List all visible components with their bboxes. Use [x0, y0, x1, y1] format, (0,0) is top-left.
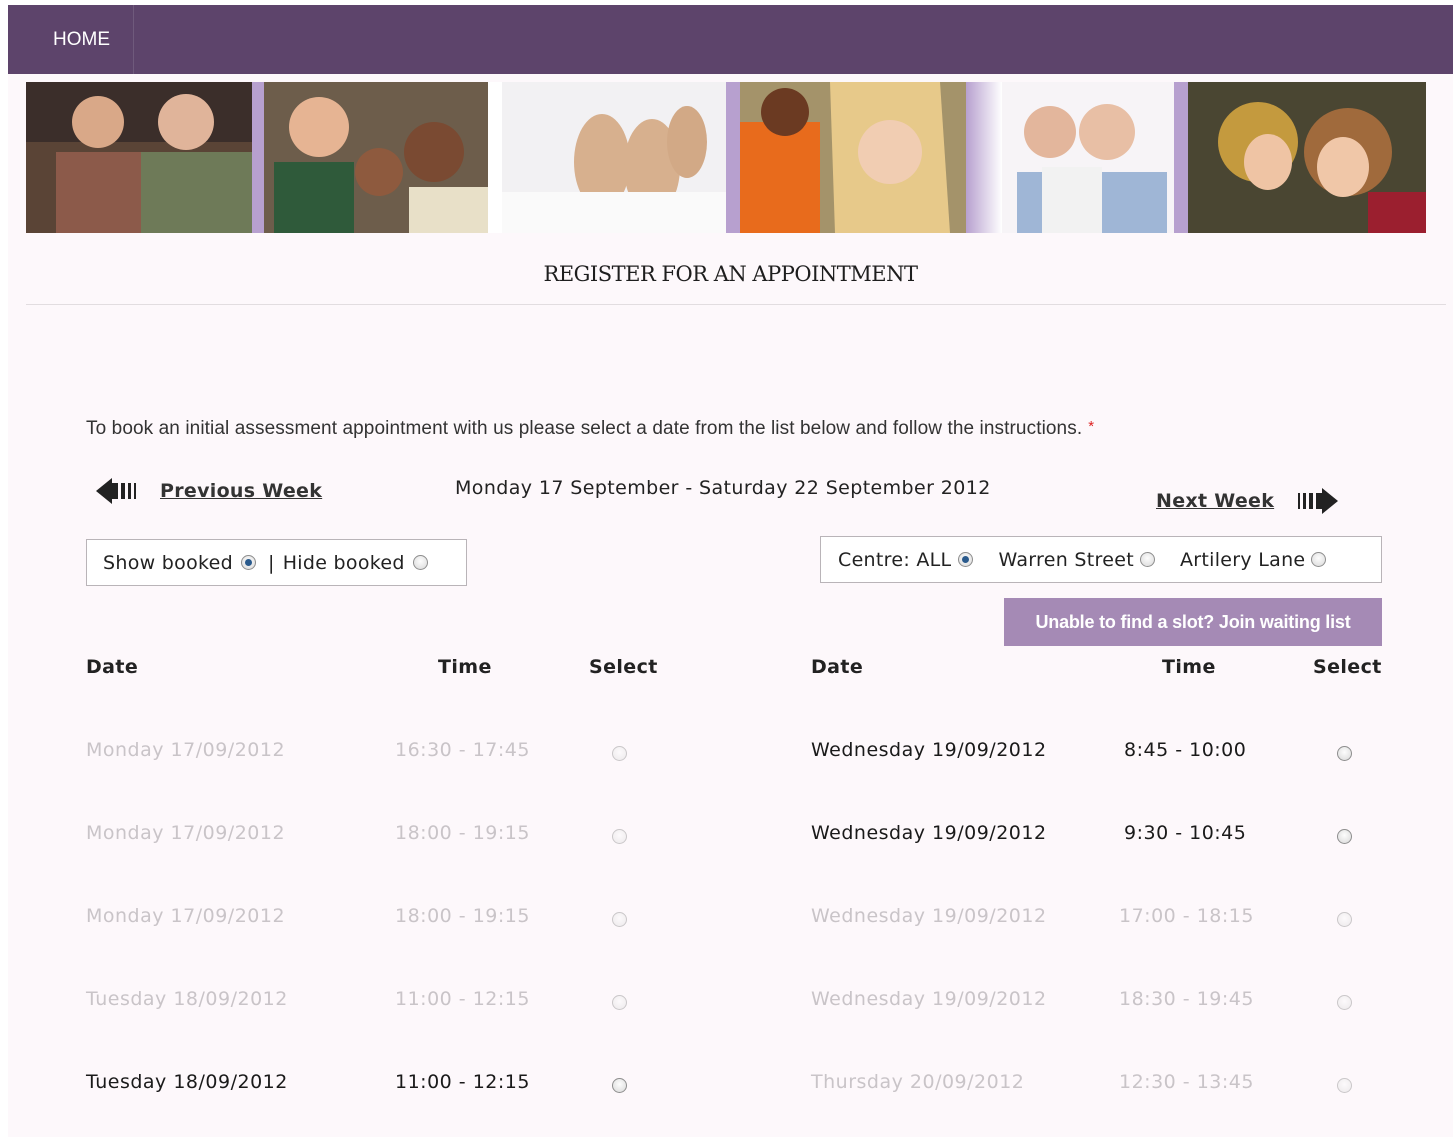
left-slot-1-date: Monday 17/09/2012: [86, 739, 286, 761]
page: HOME REGISTER FOR AN APPOINTMENT To book…: [8, 5, 1453, 1137]
right-slot-3-date: Wednesday 19/09/2012: [811, 905, 1047, 927]
hide-booked-radio[interactable]: [412, 555, 428, 570]
left-header-select: Select: [589, 656, 658, 678]
right-header-time: Time: [1162, 656, 1216, 678]
centre-artillery-label: Artilery Lane: [1179, 548, 1306, 571]
banner-photo-couple-older: [26, 82, 252, 233]
centre-all-radio[interactable]: [958, 552, 974, 567]
right-slot-5-date: Thursday 20/09/2012: [811, 1071, 1025, 1093]
right-slot-5-time: 12:30 - 13:45: [1119, 1071, 1254, 1093]
right-slot-5-select-radio[interactable]: [1337, 1078, 1352, 1093]
banner-divider: [488, 82, 502, 233]
next-week-link[interactable]: Next Week: [1156, 486, 1339, 516]
banner-photo-young-people: [740, 82, 966, 233]
right-slot-2-time: 9:30 - 10:45: [1124, 822, 1247, 844]
next-week-label[interactable]: Next Week: [1156, 490, 1274, 512]
left-header-date: Date: [86, 656, 139, 678]
previous-week-label[interactable]: Previous Week: [160, 480, 322, 502]
right-slot-3-time: 17:00 - 18:15: [1119, 905, 1254, 927]
right-slot-2-select-radio[interactable]: [1337, 829, 1352, 844]
centre-filter: Centre: ALL Warren Street Artilery Lane: [820, 536, 1382, 583]
hide-booked-label: Hide booked: [282, 551, 405, 574]
right-slot-4-date: Wednesday 19/09/2012: [811, 988, 1047, 1010]
left-slot-4-select-radio[interactable]: [612, 995, 627, 1010]
right-slot-1-select-radio[interactable]: [1337, 746, 1352, 761]
centre-artillery-radio[interactable]: [1311, 552, 1327, 567]
left-slot-3-time: 18:00 - 19:15: [395, 905, 530, 927]
booked-filter: Show booked | Hide booked: [86, 539, 467, 586]
previous-week-link[interactable]: Previous Week: [96, 476, 322, 506]
banner-divider: [1174, 82, 1188, 233]
centre-all-label: Centre: ALL: [838, 548, 952, 571]
arrow-left-icon: [96, 478, 136, 504]
instructions-copy: To book an initial assessment appointmen…: [86, 418, 1083, 439]
filter-separator: |: [268, 551, 275, 574]
left-slot-2-select-radio[interactable]: [612, 829, 627, 844]
banner-photo-women: [1188, 82, 1426, 233]
banner-divider: [726, 82, 740, 233]
required-marker: *: [1088, 418, 1095, 435]
left-slot-2-date: Monday 17/09/2012: [86, 822, 286, 844]
left-slot-2-time: 18:00 - 19:15: [395, 822, 530, 844]
right-slot-2-date: Wednesday 19/09/2012: [811, 822, 1047, 844]
show-booked-label: Show booked: [103, 551, 233, 574]
left-slot-3-select-radio[interactable]: [612, 912, 627, 927]
instructions-text: To book an initial assessment appointmen…: [86, 418, 1094, 440]
left-slot-5-date: Tuesday 18/09/2012: [86, 1071, 288, 1093]
banner-photo-family: [264, 82, 488, 233]
left-slot-4-date: Tuesday 18/09/2012: [86, 988, 288, 1010]
right-slot-3-select-radio[interactable]: [1337, 912, 1352, 927]
left-slot-3-date: Monday 17/09/2012: [86, 905, 286, 927]
left-slot-5-time: 11:00 - 12:15: [395, 1071, 530, 1093]
centre-warren-radio[interactable]: [1139, 552, 1155, 567]
left-slot-4-time: 11:00 - 12:15: [395, 988, 530, 1010]
title-divider: [26, 304, 1446, 305]
banner-photo-feet: [502, 82, 726, 233]
banner-photo-couple-hug: [1002, 82, 1174, 233]
nav-home-link[interactable]: HOME: [8, 5, 134, 74]
arrow-right-icon: [1298, 488, 1339, 514]
right-slot-1-date: Wednesday 19/09/2012: [811, 739, 1047, 761]
left-slot-5-select-radio[interactable]: [612, 1078, 627, 1093]
right-slot-4-time: 18:30 - 19:45: [1119, 988, 1254, 1010]
right-header-date: Date: [811, 656, 864, 678]
banner-divider: [966, 82, 1002, 233]
top-navigation: HOME: [8, 5, 1453, 74]
join-waiting-list-button[interactable]: Unable to find a slot? Join waiting list: [1004, 598, 1382, 646]
show-booked-radio[interactable]: [241, 555, 256, 570]
left-slot-1-select-radio[interactable]: [612, 746, 627, 761]
week-range: Monday 17 September - Saturday 22 Septem…: [455, 477, 991, 499]
banner-divider: [252, 82, 264, 233]
page-title: REGISTER FOR AN APPOINTMENT: [543, 262, 918, 286]
right-header-select: Select: [1313, 656, 1382, 678]
left-slot-1-time: 16:30 - 17:45: [395, 739, 530, 761]
left-header-time: Time: [438, 656, 492, 678]
right-slot-4-select-radio[interactable]: [1337, 995, 1352, 1010]
centre-warren-label: Warren Street: [998, 548, 1134, 571]
photo-banner: [26, 82, 1446, 233]
right-slot-1-time: 8:45 - 10:00: [1124, 739, 1247, 761]
